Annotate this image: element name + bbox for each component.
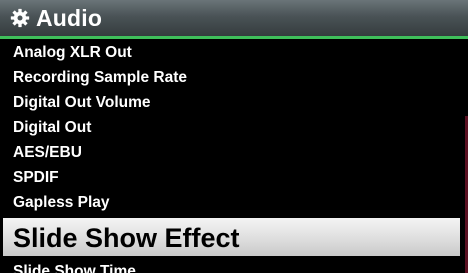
menu-item-gapless-play[interactable]: Gapless Play <box>0 190 468 215</box>
gear-icon <box>10 8 30 28</box>
audio-settings-screen: Audio Analog XLR Out Recording Sample Ra… <box>0 0 468 273</box>
menu-item-digital-out-volume[interactable]: Digital Out Volume <box>0 90 468 115</box>
menu-item-recording-sample-rate[interactable]: Recording Sample Rate <box>0 65 468 90</box>
page-title: Audio <box>36 4 103 31</box>
menu-item-slide-show-time[interactable]: Slide Show Time <box>0 259 468 273</box>
menu-item-slide-show-effect[interactable]: Slide Show Effect <box>3 218 460 256</box>
header-bar: Audio <box>0 0 468 36</box>
menu-item-spdif[interactable]: SPDIF <box>0 165 468 190</box>
menu-item-analog-xlr-out[interactable]: Analog XLR Out <box>0 40 468 65</box>
menu-item-aes-ebu[interactable]: AES/EBU <box>0 140 468 165</box>
menu-item-digital-out[interactable]: Digital Out <box>0 115 468 140</box>
settings-menu: Analog XLR Out Recording Sample Rate Dig… <box>0 40 468 273</box>
header-divider <box>0 36 468 39</box>
